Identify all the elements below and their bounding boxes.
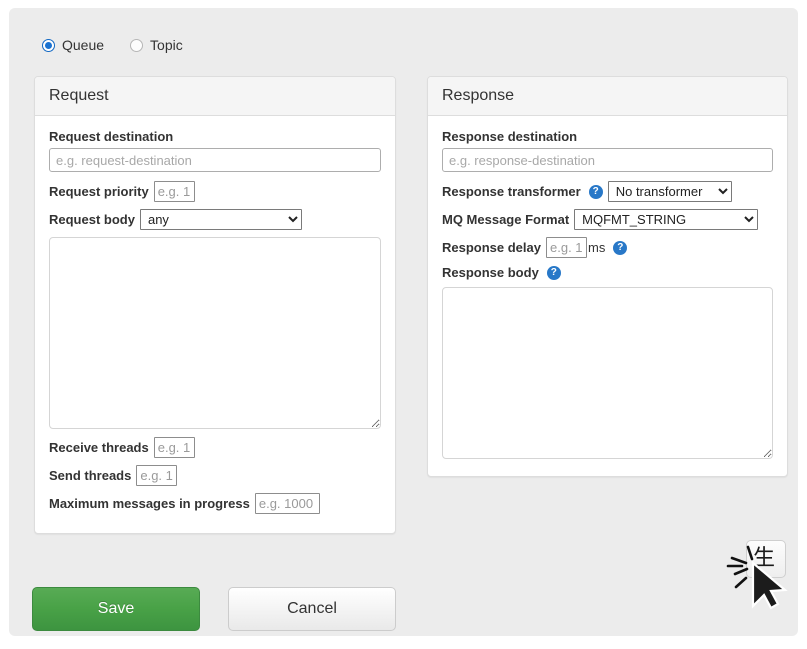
max-messages-label: Maximum messages in progress <box>49 496 250 511</box>
request-destination-field: Request destination <box>49 129 381 172</box>
response-transformer-label: Response transformer <box>442 184 581 199</box>
request-destination-label: Request destination <box>49 129 381 144</box>
response-delay-unit: ms <box>588 240 605 255</box>
request-body-type-select[interactable]: any <box>140 209 302 230</box>
request-panel-title: Request <box>35 77 395 116</box>
response-transformer-select[interactable]: No transformer <box>608 181 732 202</box>
response-delay-label: Response delay <box>442 240 541 255</box>
response-destination-input[interactable] <box>442 148 773 172</box>
response-destination-label: Response destination <box>442 129 773 144</box>
max-messages-field: Maximum messages in progress <box>49 493 381 514</box>
destination-type-radio-group: Queue Topic <box>42 38 183 52</box>
response-body-textarea[interactable] <box>442 287 773 459</box>
response-delay-input[interactable] <box>546 237 587 258</box>
radio-label-queue: Queue <box>62 38 104 52</box>
request-priority-label: Request priority <box>49 184 149 199</box>
request-destination-input[interactable] <box>49 148 381 172</box>
send-threads-label: Send threads <box>49 468 131 483</box>
request-priority-input[interactable] <box>154 181 195 202</box>
response-transformer-field: Response transformer ? No transformer <box>442 181 773 202</box>
request-panel: Request Request destination Request prio… <box>34 76 396 534</box>
response-destination-field: Response destination <box>442 129 773 172</box>
receive-threads-field: Receive threads <box>49 437 381 458</box>
form-container: Queue Topic Request Request destination … <box>9 8 798 636</box>
radio-option-queue[interactable]: Queue <box>42 38 104 52</box>
request-panel-body: Request destination Request priority Req… <box>35 116 395 535</box>
request-body-type-label: Request body <box>49 212 135 227</box>
cancel-button[interactable]: Cancel <box>228 587 396 631</box>
send-threads-input[interactable] <box>136 465 177 486</box>
help-icon-response-delay[interactable]: ? <box>613 241 627 255</box>
response-panel: Response Response destination Response t… <box>427 76 788 477</box>
receive-threads-label: Receive threads <box>49 440 149 455</box>
request-priority-field: Request priority <box>49 181 381 202</box>
max-messages-input[interactable] <box>255 493 320 514</box>
save-button[interactable]: Save <box>32 587 200 631</box>
mq-message-format-field: MQ Message Format MQFMT_STRING <box>442 209 773 230</box>
response-panel-title: Response <box>428 77 787 116</box>
response-delay-field: Response delay ms ? <box>442 237 773 258</box>
radio-option-topic[interactable]: Topic <box>130 38 183 52</box>
request-body-textarea[interactable] <box>49 237 381 429</box>
radio-label-topic: Topic <box>150 38 183 52</box>
response-body-label-row: Response body ? <box>442 265 773 280</box>
response-panel-body: Response destination Response transforme… <box>428 116 787 473</box>
request-body-type-field: Request body any <box>49 209 381 230</box>
radio-button-topic[interactable] <box>130 39 143 52</box>
receive-threads-input[interactable] <box>154 437 195 458</box>
help-icon-response-body[interactable]: ? <box>547 266 561 280</box>
send-threads-field: Send threads <box>49 465 381 486</box>
mq-message-format-label: MQ Message Format <box>442 212 569 227</box>
response-body-label: Response body <box>442 265 539 280</box>
mq-message-format-select[interactable]: MQFMT_STRING <box>574 209 758 230</box>
help-icon-response-transformer[interactable]: ? <box>589 185 603 199</box>
radio-button-queue[interactable] <box>42 39 55 52</box>
